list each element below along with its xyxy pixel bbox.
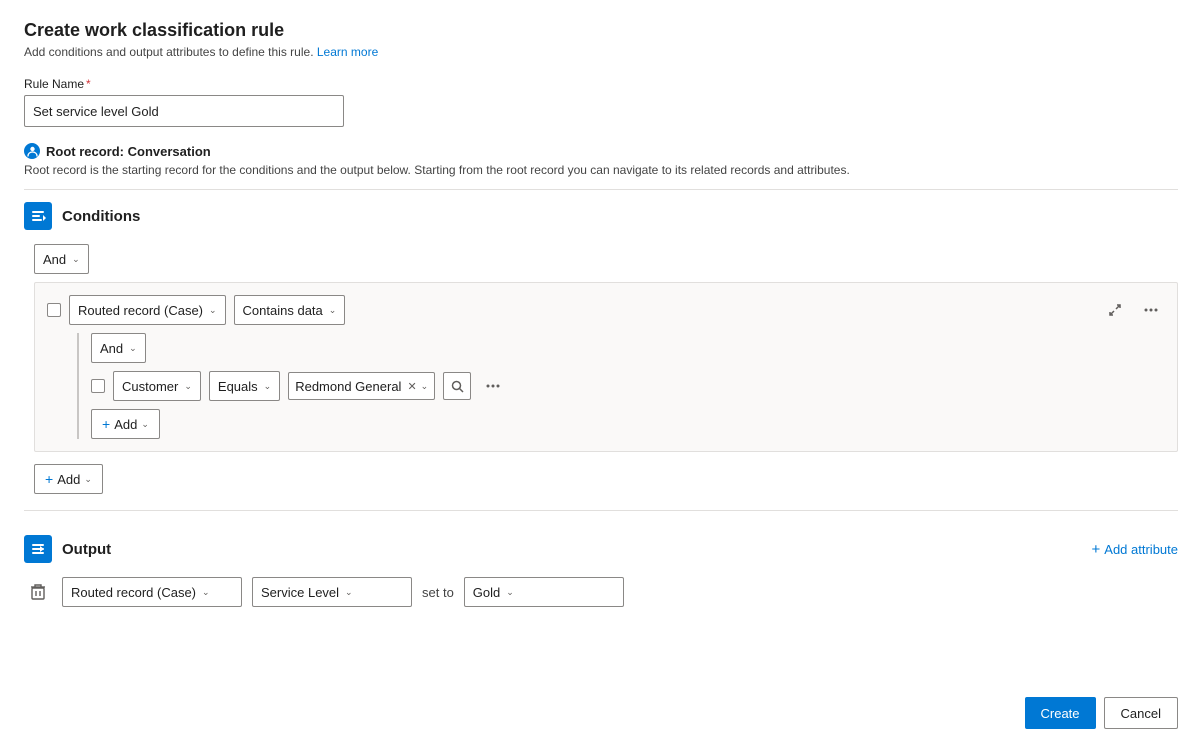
inner-and-arrow: ⌄ bbox=[129, 343, 137, 354]
rule-name-label: Rule Name* bbox=[24, 77, 1178, 91]
output-record-arrow: ⌄ bbox=[202, 587, 210, 598]
outer-field-dropdown[interactable]: Routed record (Case) ⌄ bbox=[69, 295, 226, 325]
conditions-section-header: Conditions bbox=[24, 202, 1178, 230]
inner-and-dropdown[interactable]: And ⌄ bbox=[91, 333, 146, 363]
output-icon bbox=[24, 535, 52, 563]
value-tag-arrow: ⌄ bbox=[421, 381, 429, 392]
outer-condition-box: Routed record (Case) ⌄ Contains data ⌄ bbox=[34, 282, 1178, 452]
inner-add-plus: + bbox=[102, 416, 110, 432]
output-value-dropdown[interactable]: Gold ⌄ bbox=[464, 577, 624, 607]
output-header: Output + Add attribute bbox=[24, 535, 1178, 563]
divider-2 bbox=[24, 510, 1178, 511]
outer-condition-row: Routed record (Case) ⌄ Contains data ⌄ bbox=[47, 295, 1165, 325]
search-value-btn[interactable] bbox=[443, 372, 471, 400]
divider-1 bbox=[24, 189, 1178, 190]
inner-operator-arrow: ⌄ bbox=[264, 381, 272, 392]
output-attribute-arrow: ⌄ bbox=[345, 587, 353, 598]
and-group-header: And ⌄ bbox=[34, 244, 1178, 274]
inner-value-tag: Redmond General ✕ ⌄ bbox=[288, 372, 435, 400]
inner-more-options-btn[interactable] bbox=[479, 372, 507, 400]
conditions-icon bbox=[24, 202, 52, 230]
inner-condition-checkbox[interactable] bbox=[91, 379, 105, 393]
output-header-left: Output bbox=[24, 535, 111, 563]
output-title: Output bbox=[62, 541, 111, 558]
page-subtitle: Add conditions and output attributes to … bbox=[24, 45, 1178, 59]
outer-add-arrow: ⌄ bbox=[84, 474, 92, 485]
conditions-area: And ⌄ Routed record (Case) ⌄ Contains da… bbox=[34, 244, 1178, 494]
root-record-description: Root record is the starting record for t… bbox=[24, 163, 1178, 177]
output-record-dropdown[interactable]: Routed record (Case) ⌄ bbox=[62, 577, 242, 607]
learn-more-link[interactable]: Learn more bbox=[317, 45, 378, 59]
and-dropdown[interactable]: And ⌄ bbox=[34, 244, 89, 274]
outer-condition-checkbox[interactable] bbox=[47, 303, 61, 317]
sub-condition-area: And ⌄ Customer ⌄ Equals ⌄ Redmond bbox=[77, 333, 1165, 439]
output-section: Output + Add attribute Routed record (Ca… bbox=[24, 535, 1178, 607]
outer-condition-actions bbox=[1101, 296, 1165, 324]
output-value-arrow: ⌄ bbox=[506, 587, 514, 598]
outer-add-plus: + bbox=[45, 471, 53, 487]
outer-field-arrow: ⌄ bbox=[209, 305, 217, 316]
more-options-btn[interactable] bbox=[1137, 296, 1165, 324]
root-record-icon bbox=[24, 143, 40, 159]
inner-add-btn[interactable]: + Add ⌄ bbox=[91, 409, 160, 439]
collapse-icon-btn[interactable] bbox=[1101, 296, 1129, 324]
output-delete-btn[interactable] bbox=[24, 578, 52, 606]
inner-add-arrow: ⌄ bbox=[141, 419, 149, 430]
rule-name-input[interactable] bbox=[24, 95, 344, 127]
conditions-title: Conditions bbox=[62, 208, 140, 225]
page-title: Create work classification rule bbox=[24, 20, 1178, 41]
inner-condition-row: Customer ⌄ Equals ⌄ Redmond General ✕ ⌄ bbox=[91, 371, 1165, 401]
set-to-label: set to bbox=[422, 585, 454, 600]
output-row: Routed record (Case) ⌄ Service Level ⌄ s… bbox=[24, 577, 1178, 607]
sub-and-header: And ⌄ bbox=[91, 333, 1165, 363]
add-attribute-plus: + bbox=[1092, 541, 1101, 558]
and-dropdown-arrow: ⌄ bbox=[72, 254, 80, 265]
create-button[interactable]: Create bbox=[1025, 697, 1096, 729]
remove-value-btn[interactable]: ✕ bbox=[407, 380, 416, 393]
outer-operator-arrow: ⌄ bbox=[329, 305, 337, 316]
outer-operator-dropdown[interactable]: Contains data ⌄ bbox=[234, 295, 346, 325]
inner-field-arrow: ⌄ bbox=[184, 381, 192, 392]
inner-operator-dropdown[interactable]: Equals ⌄ bbox=[209, 371, 280, 401]
add-attribute-btn[interactable]: + Add attribute bbox=[1092, 541, 1178, 558]
outer-add-btn[interactable]: + Add ⌄ bbox=[34, 464, 103, 494]
root-record-label: Root record: Conversation bbox=[46, 144, 211, 159]
inner-field-dropdown[interactable]: Customer ⌄ bbox=[113, 371, 201, 401]
footer-buttons: Create Cancel bbox=[1025, 697, 1179, 729]
cancel-button[interactable]: Cancel bbox=[1104, 697, 1178, 729]
output-attribute-dropdown[interactable]: Service Level ⌄ bbox=[252, 577, 412, 607]
